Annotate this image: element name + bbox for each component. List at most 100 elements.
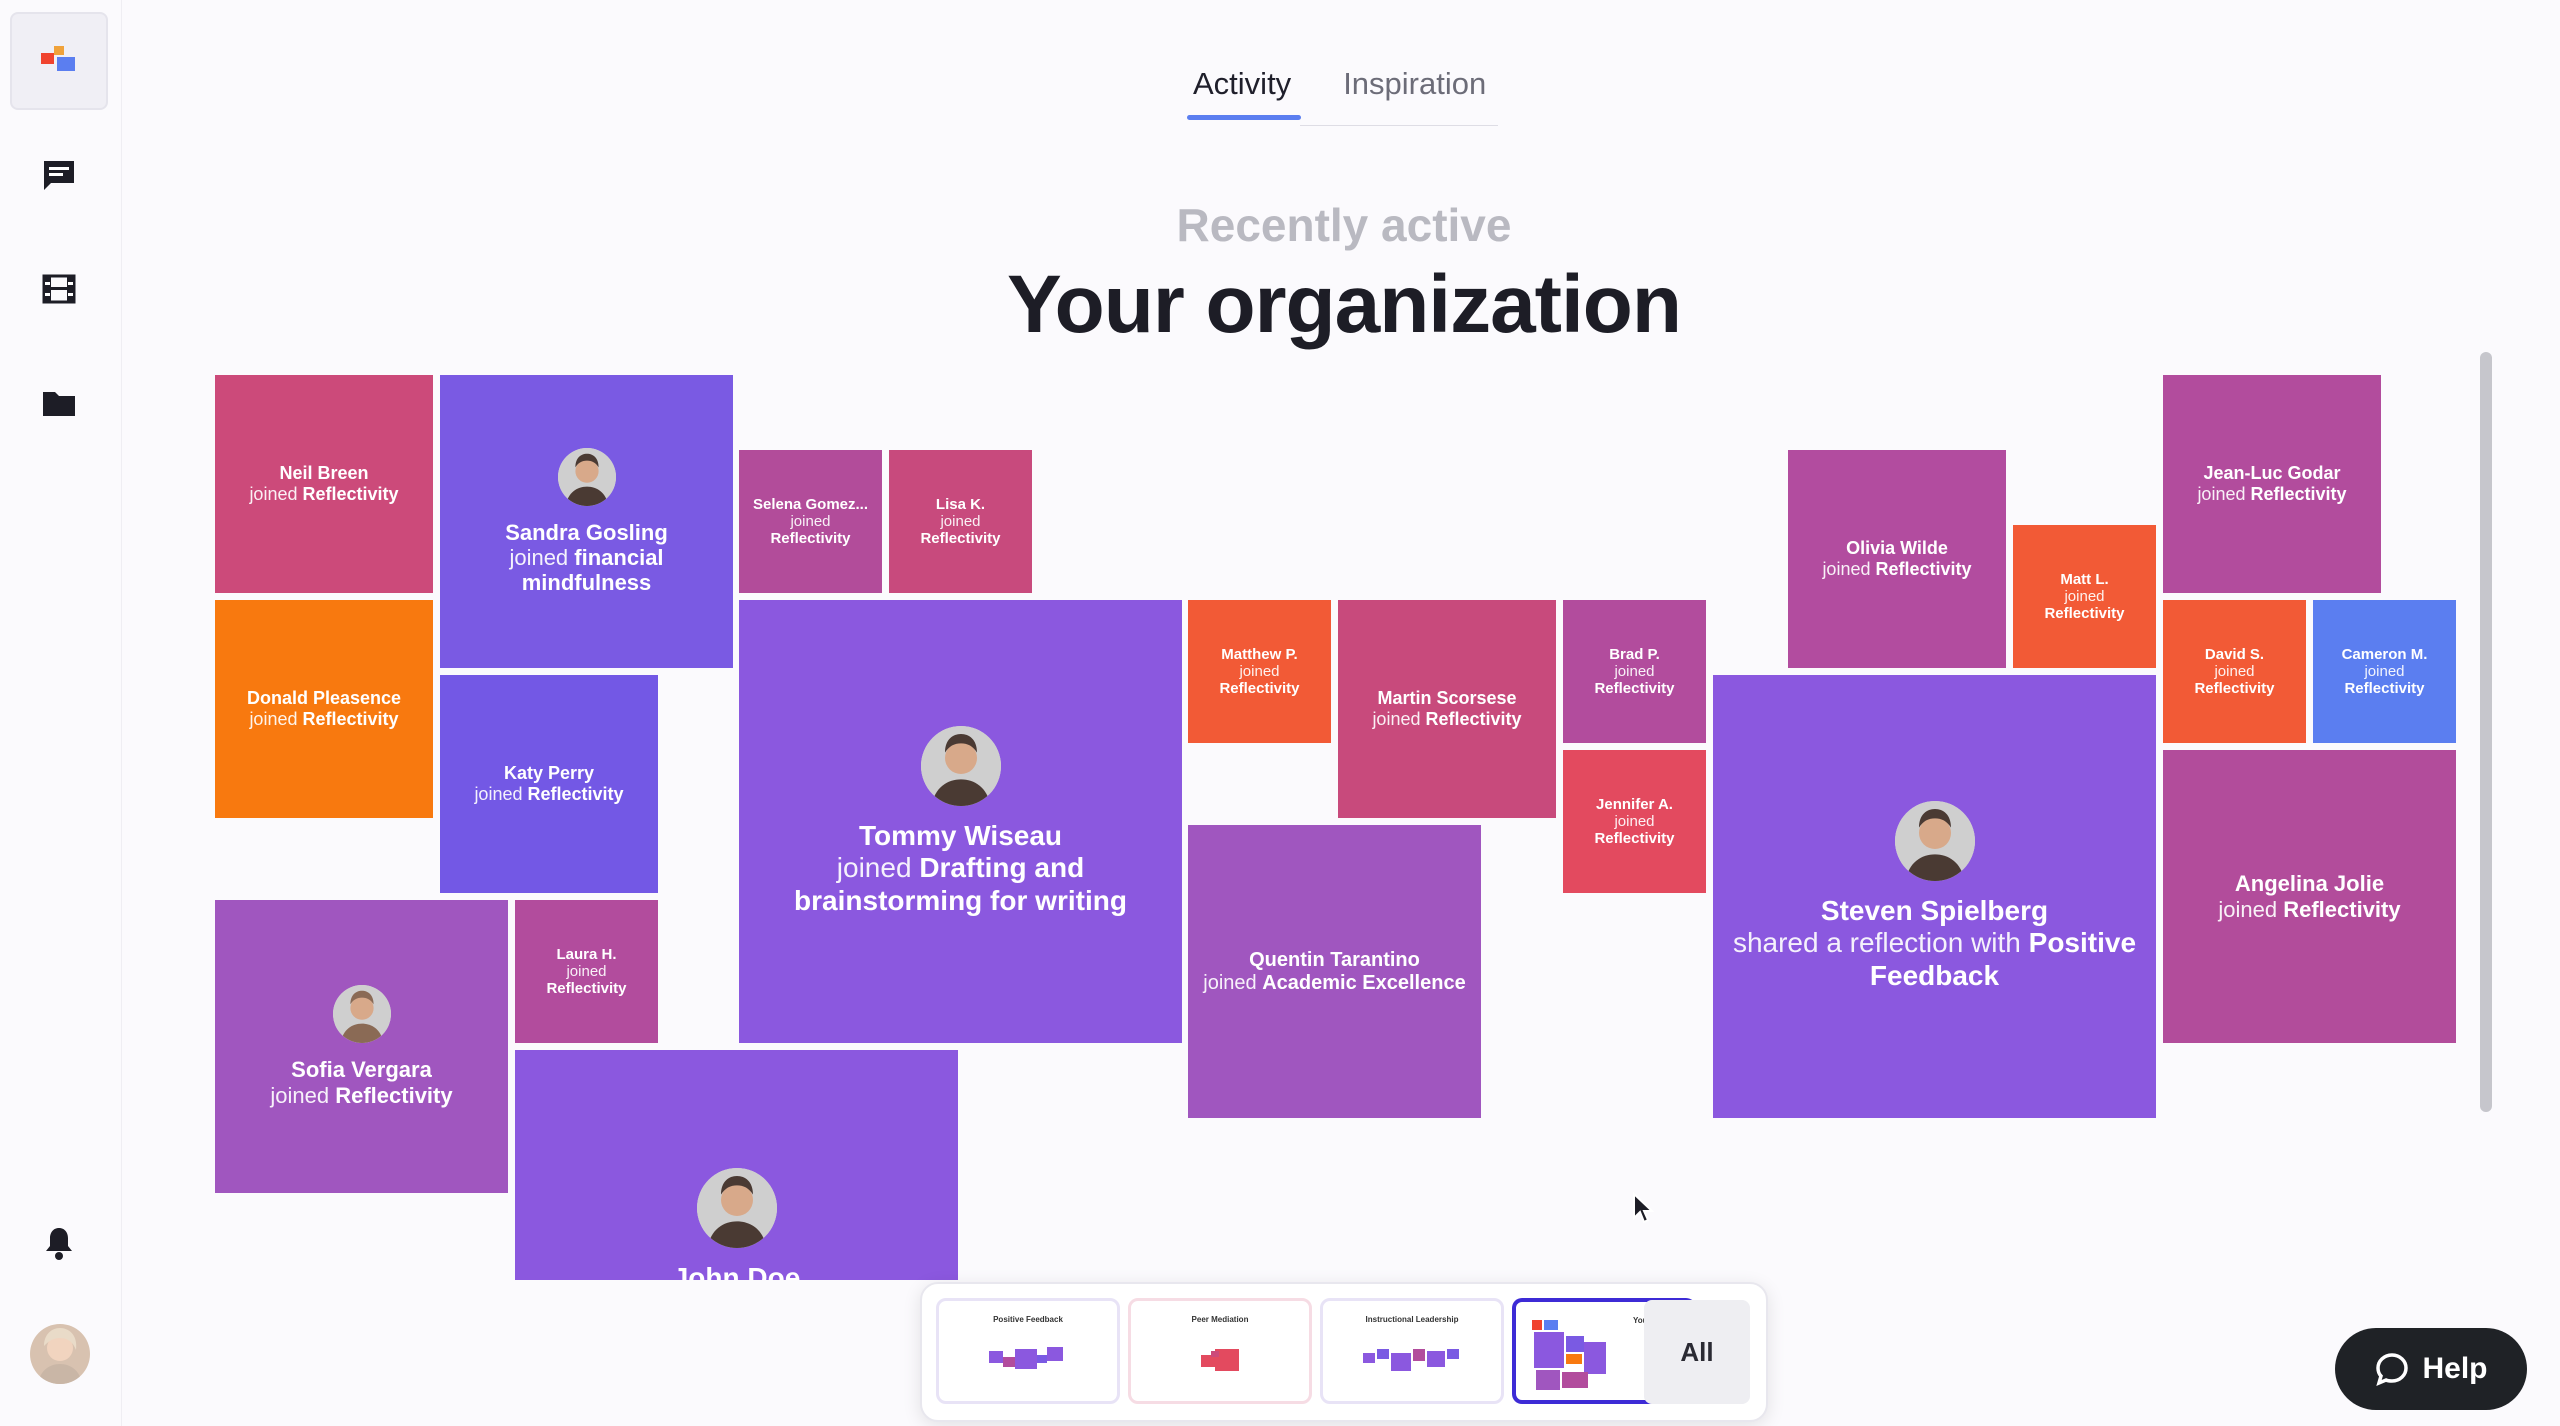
- thumb-label: Instructional Leadership: [1365, 1315, 1459, 1324]
- tile-action: joined: [509, 544, 569, 570]
- chat-bubble-icon: [2376, 1353, 2409, 1387]
- user-avatar[interactable]: [30, 1324, 90, 1384]
- activity-tile[interactable]: Olivia Wilde joined Reflectivity: [1788, 450, 2006, 668]
- tile-target: Academic Excellence: [1262, 971, 1466, 994]
- activity-tile[interactable]: Matthew P. joined Reflectivity: [1188, 600, 1331, 743]
- thumb-label: Peer Mediation: [1191, 1315, 1249, 1324]
- tile-activity-text: joined Drafting and brainstorming for wr…: [749, 852, 1172, 916]
- tile-action: joined: [2364, 662, 2405, 680]
- tile-user-name: Sandra Gosling: [505, 519, 668, 545]
- activity-tile[interactable]: Cameron M. joined Reflectivity: [2313, 600, 2456, 743]
- tile-target: Reflectivity: [335, 1082, 453, 1108]
- tile-user-name: Matthew P.: [1221, 645, 1298, 663]
- tile-action: joined: [474, 784, 523, 804]
- tile-user-name: Jean-Luc Godar: [2203, 463, 2341, 484]
- tab-activity[interactable]: Activity: [1185, 60, 1302, 120]
- tile-action: joined: [2064, 587, 2105, 605]
- tile-action: joined: [2197, 484, 2246, 504]
- tile-target: Reflectivity: [2194, 680, 2275, 698]
- tab-inspiration[interactable]: Inspiration: [1335, 60, 1494, 120]
- tile-target: Reflectivity: [1425, 709, 1522, 729]
- tile-action: joined: [1372, 709, 1421, 729]
- activity-grid: Neil Breen joined Reflectivity Sandra Gosl…: [0, 0, 2560, 1280]
- tile-user-name: Quentin Tarantino: [1249, 948, 1420, 971]
- tile-user-name: Sofia Vergara: [291, 1057, 432, 1083]
- activity-tile[interactable]: David S. joined Reflectivity: [2163, 600, 2306, 743]
- tile-activity-text: shared a reflection with Positive Feedba…: [1723, 927, 2146, 991]
- tile-target: Reflectivity: [302, 484, 399, 504]
- activity-tile[interactable]: John Doe: [515, 1050, 958, 1280]
- activity-tile[interactable]: Brad P. joined Reflectivity: [1563, 600, 1706, 743]
- help-button[interactable]: Help: [2335, 1328, 2527, 1410]
- tile-activity-text: joined Reflectivity: [249, 484, 398, 505]
- tile-user-name: Olivia Wilde: [1846, 538, 1948, 559]
- activity-tile[interactable]: Laura H. joined Reflectivity: [515, 900, 658, 1043]
- activity-tile[interactable]: Jean-Luc Godar joined Reflectivity: [2163, 375, 2381, 593]
- tile-user-name: Selena Gomez...: [752, 495, 869, 513]
- tile-user-name: Matt L.: [2060, 570, 2109, 588]
- tile-activity-text: joined financial mindfulness: [450, 545, 723, 596]
- tile-action: joined: [1822, 559, 1871, 579]
- tile-user-name: David S.: [2204, 645, 2265, 663]
- tile-user-name: Cameron M.: [2341, 645, 2428, 663]
- page-title: Your organization: [1007, 259, 1682, 350]
- activity-tile[interactable]: Donald Pleasence joined Reflectivity: [215, 600, 433, 818]
- activity-tile[interactable]: Steven Spielberg shared a reflection with…: [1713, 675, 2156, 1118]
- thumb-preview: [1201, 1349, 1239, 1371]
- activity-tile[interactable]: Quentin Tarantino joined Academic Excelle…: [1188, 825, 1481, 1118]
- tile-target: Reflectivity: [2250, 484, 2347, 504]
- user-avatar: [332, 985, 391, 1044]
- tile-activity-text: joined Reflectivity: [2023, 588, 2146, 623]
- dock-all-button[interactable]: All: [1644, 1300, 1750, 1404]
- tile-activity-text: joined Reflectivity: [474, 784, 623, 805]
- activity-tile[interactable]: Tommy Wiseau joined Drafting and brainsto…: [739, 600, 1182, 1043]
- tile-action: joined: [249, 484, 298, 504]
- tile-user-name: Lisa K.: [935, 495, 986, 513]
- tile-activity-text: joined Academic Excellence: [1203, 972, 1465, 995]
- tile-target: Reflectivity: [1594, 830, 1675, 848]
- scrollbar[interactable]: [2480, 352, 2492, 1112]
- tile-activity-text: joined Reflectivity: [899, 513, 1022, 548]
- tile-activity-text: joined Reflectivity: [2218, 897, 2400, 922]
- tile-target: Reflectivity: [546, 980, 627, 998]
- tile-activity-text: joined Reflectivity: [1198, 663, 1321, 698]
- tile-action: joined: [940, 512, 981, 530]
- activity-tile[interactable]: Sofia Vergara joined Reflectivity: [215, 900, 508, 1193]
- collections-dock: Positive Feedback Peer Mediation Instruc…: [920, 1282, 1768, 1422]
- tile-activity-text: joined Reflectivity: [1573, 813, 1696, 848]
- tile-target: Reflectivity: [527, 784, 624, 804]
- tile-activity-text: joined Reflectivity: [2323, 663, 2446, 698]
- activity-tile[interactable]: Lisa K. joined Reflectivity: [889, 450, 1032, 593]
- activity-tile[interactable]: Katy Perry joined Reflectivity: [440, 675, 658, 893]
- activity-tile[interactable]: Sandra Gosling joined financial mindfulne…: [440, 375, 733, 668]
- activity-tile[interactable]: Jennifer A. joined Reflectivity: [1563, 750, 1706, 893]
- activity-tile[interactable]: Martin Scorsese joined Reflectivity: [1338, 600, 1556, 818]
- tile-action: joined: [249, 709, 298, 729]
- tab-bar: Activity Inspiration: [1185, 60, 1494, 120]
- tile-target: Reflectivity: [1594, 680, 1675, 698]
- tab-divider: [1300, 125, 1498, 126]
- tile-action: joined: [1614, 812, 1655, 830]
- activity-tile[interactable]: Neil Breen joined Reflectivity: [215, 375, 433, 593]
- thumb-label: Positive Feedback: [993, 1315, 1063, 1324]
- tile-action: joined: [836, 852, 912, 884]
- activity-tile[interactable]: Angelina Jolie joined Reflectivity: [2163, 750, 2456, 1043]
- thumb-preview: [1532, 1320, 1606, 1390]
- tile-activity-text: joined Reflectivity: [2173, 663, 2296, 698]
- tile-target: Reflectivity: [302, 709, 399, 729]
- tile-user-name: Donald Pleasence: [246, 688, 402, 709]
- activity-tile[interactable]: Selena Gomez... joined Reflectivity: [739, 450, 882, 593]
- tile-activity-text: joined Reflectivity: [249, 709, 398, 730]
- activity-tile[interactable]: Matt L. joined Reflectivity: [2013, 525, 2156, 668]
- dock-thumb-peer-mediation[interactable]: Peer Mediation: [1128, 1298, 1312, 1404]
- page-subtitle: Recently active: [1176, 199, 1512, 251]
- dock-thumb-positive-feedback[interactable]: Positive Feedback: [936, 1298, 1120, 1404]
- dock-thumb-instructional-leadership[interactable]: Instructional Leadership: [1320, 1298, 1504, 1404]
- tile-activity-text: joined Reflectivity: [2197, 484, 2346, 505]
- tile-user-name: Angelina Jolie: [2234, 871, 2385, 897]
- tile-user-name: Jennifer A.: [1596, 795, 1673, 813]
- tile-target: Reflectivity: [1875, 559, 1972, 579]
- tile-target: Reflectivity: [2044, 605, 2125, 623]
- mouse-cursor-icon: [1633, 1192, 1654, 1224]
- tile-target: Reflectivity: [2283, 896, 2401, 922]
